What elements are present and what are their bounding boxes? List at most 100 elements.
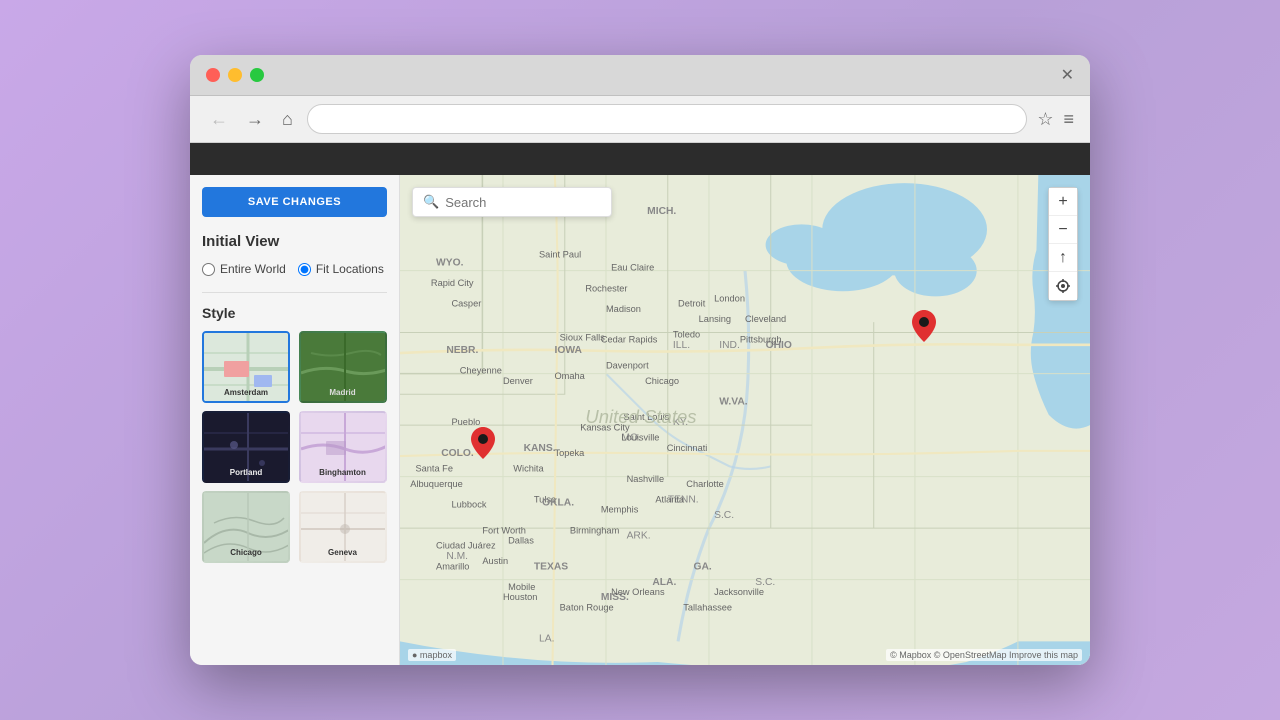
style-thumb-satellite[interactable]: Madrid xyxy=(299,331,387,403)
svg-text:London: London xyxy=(714,294,745,304)
svg-text:TEXAS: TEXAS xyxy=(534,561,568,572)
browser-window: ✕ ← → ⌂ ☆ ≡ SAVE CHANGES Initial View En… xyxy=(190,55,1090,665)
map-background: WYO. S.D. WIS. MICH. NEBR. IOWA ILL. IND… xyxy=(400,175,1090,665)
svg-text:Nashville: Nashville xyxy=(627,474,665,484)
svg-text:Fort Worth: Fort Worth xyxy=(482,525,526,535)
forward-button[interactable]: → xyxy=(242,107,268,132)
svg-text:New Orleans: New Orleans xyxy=(611,587,665,597)
svg-text:MICH.: MICH. xyxy=(647,206,676,217)
map-pin-1[interactable] xyxy=(471,427,495,464)
fit-locations-label: Fit Locations xyxy=(316,262,384,276)
svg-text:ARK.: ARK. xyxy=(627,530,651,541)
entire-world-radio[interactable] xyxy=(202,263,215,276)
svg-text:Atlanta: Atlanta xyxy=(655,494,685,504)
svg-text:Topeka: Topeka xyxy=(554,448,585,458)
bookmark-button[interactable]: ☆ xyxy=(1037,109,1053,130)
svg-text:Amarillo: Amarillo xyxy=(436,561,469,571)
save-changes-button[interactable]: SAVE CHANGES xyxy=(202,187,387,217)
svg-text:Sioux Falls: Sioux Falls xyxy=(560,333,606,343)
svg-text:Rapid City: Rapid City xyxy=(431,278,474,288)
map-svg: WYO. S.D. WIS. MICH. NEBR. IOWA ILL. IND… xyxy=(400,175,1090,665)
compass-button[interactable]: ↑ xyxy=(1049,244,1077,272)
map-search-input[interactable] xyxy=(445,195,601,210)
map-attribution: © Mapbox © OpenStreetMap Improve this ma… xyxy=(886,649,1082,661)
pin-svg-2 xyxy=(912,310,936,342)
map-search-box: 🔍 xyxy=(412,187,612,217)
svg-text:Detroit: Detroit xyxy=(678,299,706,309)
svg-text:Eau Claire: Eau Claire xyxy=(611,263,654,273)
fit-locations-option[interactable]: Fit Locations xyxy=(298,262,384,276)
fit-locations-radio[interactable] xyxy=(298,263,311,276)
svg-text:ILL.: ILL. xyxy=(673,340,690,351)
locate-button[interactable] xyxy=(1049,272,1077,300)
svg-text:Pittsburgh: Pittsburgh xyxy=(740,335,782,345)
window-close-button[interactable]: ✕ xyxy=(1061,65,1074,85)
svg-text:Lansing: Lansing xyxy=(699,314,731,324)
zoom-out-button[interactable]: − xyxy=(1049,216,1077,244)
svg-text:IND.: IND. xyxy=(719,340,740,351)
svg-text:Wichita: Wichita xyxy=(513,463,544,473)
svg-text:WYO.: WYO. xyxy=(436,258,464,269)
svg-text:Jacksonville: Jacksonville xyxy=(714,587,764,597)
app-toolbar xyxy=(190,143,1090,175)
svg-text:Cleveland: Cleveland xyxy=(745,314,786,324)
svg-text:Louisville: Louisville xyxy=(621,433,659,443)
svg-text:Tallahassee: Tallahassee xyxy=(683,603,732,613)
style-thumb-streets[interactable]: Amsterdam xyxy=(202,331,290,403)
svg-text:NEBR.: NEBR. xyxy=(446,345,478,356)
svg-text:Houston: Houston xyxy=(503,592,537,602)
zoom-in-button[interactable]: + xyxy=(1049,188,1077,216)
svg-text:Ciudad Juárez: Ciudad Juárez xyxy=(436,541,496,551)
svg-text:S.C.: S.C. xyxy=(714,510,734,521)
menu-button[interactable]: ≡ xyxy=(1063,109,1074,130)
entire-world-option[interactable]: Entire World xyxy=(202,262,286,276)
style-minimal-label: Geneva xyxy=(328,548,357,557)
style-purple-label: Binghamton xyxy=(319,468,366,477)
home-button[interactable]: ⌂ xyxy=(278,107,297,132)
nav-bar: ← → ⌂ ☆ ≡ xyxy=(190,96,1090,143)
style-streets-label: Amsterdam xyxy=(224,388,268,397)
svg-text:OKLA.: OKLA. xyxy=(542,497,574,508)
style-thumb-minimal[interactable]: Geneva xyxy=(299,491,387,563)
svg-text:COLO.: COLO. xyxy=(441,448,474,459)
mapbox-logo: ● mapbox xyxy=(408,649,456,661)
svg-text:Santa Fe: Santa Fe xyxy=(415,463,453,473)
svg-text:GA.: GA. xyxy=(694,561,712,572)
svg-text:Casper: Casper xyxy=(451,299,481,309)
close-traffic-light[interactable] xyxy=(206,68,220,82)
svg-text:Pueblo: Pueblo xyxy=(451,417,480,427)
section-divider xyxy=(202,292,387,293)
svg-text:Austin: Austin xyxy=(482,556,508,566)
style-dark-label: Portland xyxy=(230,468,262,477)
style-thumb-topo[interactable]: Chicago xyxy=(202,491,290,563)
svg-text:KANS.: KANS. xyxy=(524,443,556,454)
title-bar: ✕ xyxy=(190,55,1090,96)
minimize-traffic-light[interactable] xyxy=(228,68,242,82)
svg-text:Cheyenne: Cheyenne xyxy=(460,366,502,376)
app-content: SAVE CHANGES Initial View Entire World F… xyxy=(190,175,1090,665)
style-topo-label: Chicago xyxy=(230,548,262,557)
map-pin-2[interactable] xyxy=(912,310,936,347)
style-grid: Amsterdam Madrid xyxy=(202,331,387,563)
svg-text:Birmingham: Birmingham xyxy=(570,525,620,535)
svg-text:Dallas: Dallas xyxy=(508,536,534,546)
map-controls: + − ↑ xyxy=(1048,187,1078,301)
traffic-lights xyxy=(206,68,264,82)
map-container[interactable]: WYO. S.D. WIS. MICH. NEBR. IOWA ILL. IND… xyxy=(400,175,1090,665)
maximize-traffic-light[interactable] xyxy=(250,68,264,82)
svg-text:United States: United States xyxy=(585,406,696,427)
svg-text:Rochester: Rochester xyxy=(585,283,627,293)
style-thumb-purple[interactable]: Binghamton xyxy=(299,411,387,483)
svg-text:Charlotte: Charlotte xyxy=(686,479,724,489)
search-icon: 🔍 xyxy=(423,194,439,210)
pin-svg-1 xyxy=(471,427,495,459)
address-bar[interactable] xyxy=(307,104,1027,134)
back-button[interactable]: ← xyxy=(206,107,232,132)
sidebar: SAVE CHANGES Initial View Entire World F… xyxy=(190,175,400,665)
locate-icon xyxy=(1056,279,1070,293)
svg-text:IOWA: IOWA xyxy=(554,345,582,356)
initial-view-title: Initial View xyxy=(202,233,387,250)
style-thumb-dark[interactable]: Portland xyxy=(202,411,290,483)
svg-text:Davenport: Davenport xyxy=(606,361,649,371)
svg-text:Baton Rouge: Baton Rouge xyxy=(560,603,614,613)
